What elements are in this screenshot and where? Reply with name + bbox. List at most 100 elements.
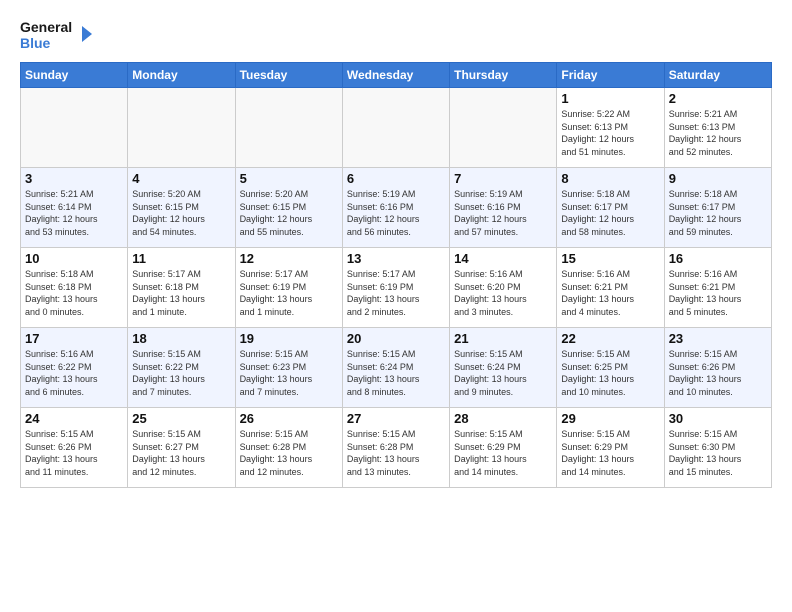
calendar-cell: 10 Sunrise: 5:18 AMSunset: 6:18 PMDayligh… xyxy=(21,248,128,328)
day-number: 13 xyxy=(347,251,445,266)
svg-text:Blue: Blue xyxy=(20,35,51,51)
week-row-4: 17 Sunrise: 5:16 AMSunset: 6:22 PMDayligh… xyxy=(21,328,772,408)
logo-svg: GeneralBlue xyxy=(20,16,100,52)
day-number: 8 xyxy=(561,171,659,186)
day-info: Sunrise: 5:20 AMSunset: 6:15 PMDaylight:… xyxy=(240,188,338,238)
day-number: 23 xyxy=(669,331,767,346)
day-number: 27 xyxy=(347,411,445,426)
calendar-cell: 12 Sunrise: 5:17 AMSunset: 6:19 PMDayligh… xyxy=(235,248,342,328)
calendar-cell: 14Sunrise: 5:16 AMSunset: 6:20 PMDayligh… xyxy=(450,248,557,328)
day-number: 16 xyxy=(669,251,767,266)
day-number: 29 xyxy=(561,411,659,426)
day-number: 9 xyxy=(669,171,767,186)
day-info: Sunrise: 5:16 AMSunset: 6:20 PMDaylight:… xyxy=(454,268,552,318)
day-info: Sunrise: 5:16 AMSunset: 6:21 PMDaylight:… xyxy=(561,268,659,318)
day-number: 22 xyxy=(561,331,659,346)
day-number: 10 xyxy=(25,251,123,266)
calendar-cell: 4Sunrise: 5:20 AMSunset: 6:15 PMDaylight… xyxy=(128,168,235,248)
day-info: Sunrise: 5:21 AMSunset: 6:13 PMDaylight:… xyxy=(669,108,767,158)
day-number: 30 xyxy=(669,411,767,426)
day-number: 26 xyxy=(240,411,338,426)
weekday-header-wednesday: Wednesday xyxy=(342,63,449,88)
week-row-2: 3Sunrise: 5:21 AMSunset: 6:14 PMDaylight… xyxy=(21,168,772,248)
day-number: 19 xyxy=(240,331,338,346)
calendar-cell: 30 Sunrise: 5:15 AMSunset: 6:30 PMDayligh… xyxy=(664,408,771,488)
calendar-cell xyxy=(450,88,557,168)
day-info: Sunrise: 5:15 AMSunset: 6:23 PMDaylight:… xyxy=(240,348,338,398)
day-info: Sunrise: 5:18 AMSunset: 6:17 PMDaylight:… xyxy=(561,188,659,238)
calendar-cell: 20 Sunrise: 5:15 AMSunset: 6:24 PMDayligh… xyxy=(342,328,449,408)
day-info: Sunrise: 5:17 AMSunset: 6:19 PMDaylight:… xyxy=(240,268,338,318)
day-info: Sunrise: 5:15 AMSunset: 6:30 PMDaylight:… xyxy=(669,428,767,478)
day-info: Sunrise: 5:15 AMSunset: 6:24 PMDaylight:… xyxy=(347,348,445,398)
header: GeneralBlue xyxy=(20,16,772,52)
calendar-cell: 3Sunrise: 5:21 AMSunset: 6:14 PMDaylight… xyxy=(21,168,128,248)
calendar-cell: 25Sunrise: 5:15 AMSunset: 6:27 PMDayligh… xyxy=(128,408,235,488)
calendar-cell: 22 Sunrise: 5:15 AMSunset: 6:25 PMDayligh… xyxy=(557,328,664,408)
day-number: 6 xyxy=(347,171,445,186)
day-info: Sunrise: 5:19 AMSunset: 6:16 PMDaylight:… xyxy=(347,188,445,238)
week-row-5: 24 Sunrise: 5:15 AMSunset: 6:26 PMDayligh… xyxy=(21,408,772,488)
day-info: Sunrise: 5:15 AMSunset: 6:24 PMDaylight:… xyxy=(454,348,552,398)
calendar-cell: 9 Sunrise: 5:18 AMSunset: 6:17 PMDaylight… xyxy=(664,168,771,248)
weekday-header-row: SundayMondayTuesdayWednesdayThursdayFrid… xyxy=(21,63,772,88)
day-info: Sunrise: 5:15 AMSunset: 6:25 PMDaylight:… xyxy=(561,348,659,398)
logo: GeneralBlue xyxy=(20,16,100,52)
day-number: 15 xyxy=(561,251,659,266)
svg-text:General: General xyxy=(20,19,72,35)
calendar-cell: 29 Sunrise: 5:15 AMSunset: 6:29 PMDayligh… xyxy=(557,408,664,488)
calendar-cell: 21 Sunrise: 5:15 AMSunset: 6:24 PMDayligh… xyxy=(450,328,557,408)
calendar-cell: 28 Sunrise: 5:15 AMSunset: 6:29 PMDayligh… xyxy=(450,408,557,488)
day-info: Sunrise: 5:20 AMSunset: 6:15 PMDaylight:… xyxy=(132,188,230,238)
day-number: 24 xyxy=(25,411,123,426)
day-number: 12 xyxy=(240,251,338,266)
calendar-cell: 6 Sunrise: 5:19 AMSunset: 6:16 PMDaylight… xyxy=(342,168,449,248)
day-number: 25 xyxy=(132,411,230,426)
day-number: 20 xyxy=(347,331,445,346)
day-info: Sunrise: 5:17 AMSunset: 6:19 PMDaylight:… xyxy=(347,268,445,318)
week-row-3: 10 Sunrise: 5:18 AMSunset: 6:18 PMDayligh… xyxy=(21,248,772,328)
day-number: 17 xyxy=(25,331,123,346)
weekday-header-tuesday: Tuesday xyxy=(235,63,342,88)
calendar-page: GeneralBlue SundayMondayTuesdayWednesday… xyxy=(0,0,792,612)
weekday-header-friday: Friday xyxy=(557,63,664,88)
calendar-cell: 24 Sunrise: 5:15 AMSunset: 6:26 PMDayligh… xyxy=(21,408,128,488)
calendar-cell xyxy=(128,88,235,168)
day-info: Sunrise: 5:18 AMSunset: 6:17 PMDaylight:… xyxy=(669,188,767,238)
day-info: Sunrise: 5:15 AMSunset: 6:26 PMDaylight:… xyxy=(25,428,123,478)
day-info: Sunrise: 5:16 AMSunset: 6:22 PMDaylight:… xyxy=(25,348,123,398)
day-info: Sunrise: 5:15 AMSunset: 6:26 PMDaylight:… xyxy=(669,348,767,398)
calendar-cell: 26Sunrise: 5:15 AMSunset: 6:28 PMDayligh… xyxy=(235,408,342,488)
day-number: 7 xyxy=(454,171,552,186)
weekday-header-thursday: Thursday xyxy=(450,63,557,88)
day-number: 3 xyxy=(25,171,123,186)
day-info: Sunrise: 5:18 AMSunset: 6:18 PMDaylight:… xyxy=(25,268,123,318)
calendar-cell: 11Sunrise: 5:17 AMSunset: 6:18 PMDayligh… xyxy=(128,248,235,328)
day-number: 18 xyxy=(132,331,230,346)
day-info: Sunrise: 5:15 AMSunset: 6:29 PMDaylight:… xyxy=(561,428,659,478)
calendar-cell: 19 Sunrise: 5:15 AMSunset: 6:23 PMDayligh… xyxy=(235,328,342,408)
day-info: Sunrise: 5:15 AMSunset: 6:22 PMDaylight:… xyxy=(132,348,230,398)
day-number: 5 xyxy=(240,171,338,186)
calendar-cell: 8 Sunrise: 5:18 AMSunset: 6:17 PMDaylight… xyxy=(557,168,664,248)
day-number: 21 xyxy=(454,331,552,346)
calendar-cell: 17 Sunrise: 5:16 AMSunset: 6:22 PMDayligh… xyxy=(21,328,128,408)
day-info: Sunrise: 5:16 AMSunset: 6:21 PMDaylight:… xyxy=(669,268,767,318)
calendar-table: SundayMondayTuesdayWednesdayThursdayFrid… xyxy=(20,62,772,488)
day-number: 1 xyxy=(561,91,659,106)
calendar-cell xyxy=(342,88,449,168)
calendar-cell: 7 Sunrise: 5:19 AMSunset: 6:16 PMDaylight… xyxy=(450,168,557,248)
calendar-cell xyxy=(235,88,342,168)
day-info: Sunrise: 5:17 AMSunset: 6:18 PMDaylight:… xyxy=(132,268,230,318)
week-row-1: 1Sunrise: 5:22 AMSunset: 6:13 PMDaylight… xyxy=(21,88,772,168)
weekday-header-sunday: Sunday xyxy=(21,63,128,88)
day-number: 28 xyxy=(454,411,552,426)
calendar-cell: 1Sunrise: 5:22 AMSunset: 6:13 PMDaylight… xyxy=(557,88,664,168)
weekday-header-monday: Monday xyxy=(128,63,235,88)
calendar-cell xyxy=(21,88,128,168)
calendar-cell: 5 Sunrise: 5:20 AMSunset: 6:15 PMDaylight… xyxy=(235,168,342,248)
day-info: Sunrise: 5:19 AMSunset: 6:16 PMDaylight:… xyxy=(454,188,552,238)
calendar-cell: 13 Sunrise: 5:17 AMSunset: 6:19 PMDayligh… xyxy=(342,248,449,328)
day-info: Sunrise: 5:15 AMSunset: 6:29 PMDaylight:… xyxy=(454,428,552,478)
day-info: Sunrise: 5:15 AMSunset: 6:28 PMDaylight:… xyxy=(347,428,445,478)
